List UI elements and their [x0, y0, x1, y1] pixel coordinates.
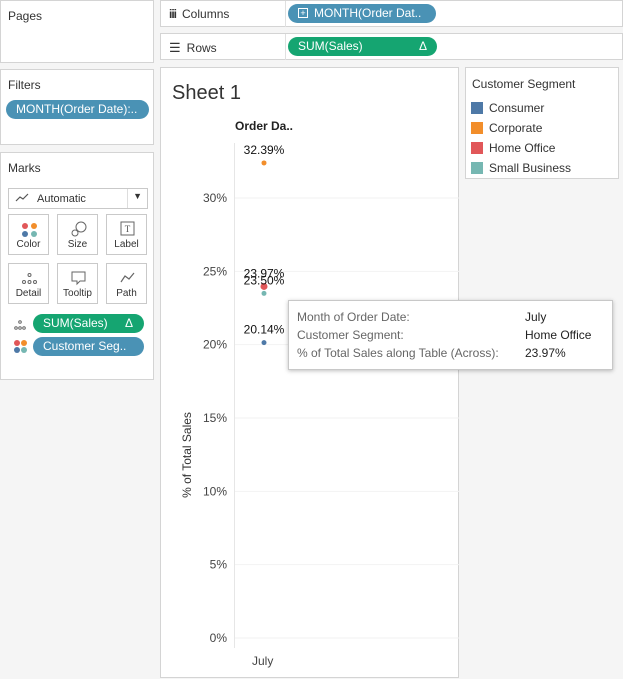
columns-label: Columns — [182, 7, 230, 21]
y-tick-label: 15% — [203, 411, 227, 425]
columns-icon: iii — [169, 7, 177, 21]
data-label-corporate: 32.39% — [244, 143, 285, 157]
rows-shelf[interactable]: ☰ Rows SUM(Sales) Δ — [160, 33, 623, 60]
chart-plot: 0%5%10%15%20%25%30%32.39%23.97%23.50%20.… — [203, 143, 459, 645]
path-icon — [107, 270, 146, 286]
data-point-consumer[interactable] — [261, 340, 267, 346]
pages-title: Pages — [8, 9, 43, 23]
data-label-small-business: 23.50% — [244, 273, 285, 287]
marks-title: Marks — [8, 161, 41, 175]
legend-label-home-office: Home Office — [489, 141, 556, 155]
legend-label-small-business: Small Business — [489, 161, 572, 175]
legend-swatch-consumer — [471, 102, 483, 114]
svg-text:T: T — [125, 224, 131, 234]
detail-button[interactable]: Detail — [8, 263, 49, 304]
tooltip-key-segment: Customer Segment: — [297, 328, 404, 342]
label-button[interactable]: T Label — [106, 214, 147, 255]
legend-label-consumer: Consumer — [489, 101, 545, 115]
size-button[interactable]: Size — [57, 214, 98, 255]
columns-label-wrap: iii Columns — [169, 7, 229, 21]
mark-type-dropdown[interactable]: Automatic ▼ — [8, 188, 148, 209]
legend-swatch-home-office — [471, 142, 483, 154]
columns-shelf[interactable]: iii Columns + MONTH(Order Dat.. — [160, 0, 623, 27]
legend-label-corporate: Corporate — [489, 121, 543, 135]
mark-tooltip: Month of Order Date: July Customer Segme… — [288, 300, 613, 370]
filters-title: Filters — [8, 78, 41, 92]
detail-button-label: Detail — [15, 288, 42, 299]
color-dots-icon — [13, 339, 29, 360]
rows-pill-label: SUM(Sales) — [298, 39, 363, 53]
expand-icon: + — [298, 8, 308, 18]
detail-icon — [9, 270, 48, 286]
marks-panel: Marks Automatic ▼ Color Size T Label Det… — [0, 152, 154, 380]
pages-panel: Pages — [0, 0, 154, 63]
y-tick-label: 5% — [210, 558, 228, 572]
y-tick-label: 10% — [203, 484, 227, 498]
label-icon: T — [107, 221, 146, 237]
tooltip-key-percent: % of Total Sales along Table (Across): — [297, 346, 499, 360]
color-icon — [9, 221, 48, 237]
tooltip-key-month: Month of Order Date: — [297, 310, 410, 324]
legend-panel: Customer Segment Consumer Corporate Home… — [465, 67, 619, 179]
legend-swatch-small-business — [471, 162, 483, 174]
chevron-down-icon: ▼ — [133, 191, 142, 201]
legend-item-home-office[interactable]: Home Office — [471, 141, 555, 155]
rows-icon: ☰ — [169, 40, 181, 55]
size-button-label: Size — [67, 239, 88, 250]
legend-item-corporate[interactable]: Corporate — [471, 121, 542, 135]
tooltip-value-month: July — [525, 310, 547, 324]
legend-title: Customer Segment — [472, 77, 576, 91]
path-button-label: Path — [116, 288, 137, 299]
legend-item-small-business[interactable]: Small Business — [471, 161, 571, 175]
columns-pill-month[interactable]: + MONTH(Order Dat.. — [288, 4, 436, 23]
table-calc-delta-icon: Δ — [124, 316, 133, 330]
mark-type-value: Automatic — [37, 193, 86, 205]
line-mark-icon — [15, 192, 29, 207]
table-calc-delta-icon: Δ — [418, 39, 427, 53]
tooltip-value-percent: 23.97% — [525, 346, 566, 360]
path-button[interactable]: Path — [106, 263, 147, 304]
tooltip-button[interactable]: Tooltip — [57, 263, 98, 304]
rows-pill-sum-sales[interactable]: SUM(Sales) Δ — [288, 37, 437, 56]
dropdown-divider — [127, 189, 128, 208]
tooltip-value-segment: Home Office — [525, 328, 592, 342]
data-point-corporate[interactable] — [261, 160, 267, 166]
sheet-panel: Sheet 1 Order Da.. % of Total Sales July… — [160, 67, 459, 678]
data-label-consumer: 20.14% — [244, 323, 285, 337]
marks-card-customer-segment[interactable]: Customer Seg.. — [33, 337, 144, 356]
tooltip-icon — [58, 270, 97, 286]
size-icon — [58, 221, 97, 237]
color-button[interactable]: Color — [8, 214, 49, 255]
columns-pill-label: MONTH(Order Dat.. — [314, 6, 422, 20]
rows-label: Rows — [186, 41, 217, 55]
filter-pill-month[interactable]: MONTH(Order Date):.. — [6, 100, 149, 119]
label-dots-icon — [13, 318, 27, 336]
tooltip-button-label: Tooltip — [63, 288, 92, 299]
label-button-label: Label — [114, 239, 139, 250]
marks-card-sum-sales-label: SUM(Sales) — [43, 316, 108, 330]
y-tick-label: 30% — [203, 191, 227, 205]
color-button-label: Color — [16, 239, 41, 250]
filters-panel: Filters MONTH(Order Date):.. — [0, 69, 154, 145]
rows-label-wrap: ☰ Rows — [169, 40, 217, 56]
legend-item-consumer[interactable]: Consumer — [471, 101, 544, 115]
data-point-small-business[interactable] — [261, 290, 267, 296]
legend-swatch-corporate — [471, 122, 483, 134]
y-tick-label: 20% — [203, 338, 227, 352]
y-tick-label: 0% — [210, 631, 228, 645]
y-tick-label: 25% — [203, 264, 227, 278]
marks-card-sum-sales[interactable]: SUM(Sales) Δ — [33, 314, 144, 333]
